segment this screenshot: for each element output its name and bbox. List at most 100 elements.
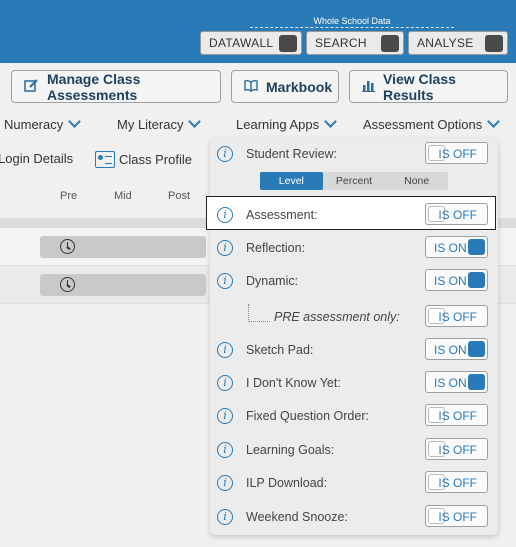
option-reflection: i Reflection: IS ON [210, 235, 498, 261]
info-icon[interactable]: i [217, 342, 233, 358]
fixed-question-order-toggle[interactable]: IS OFF [425, 404, 488, 426]
nav-learning-apps[interactable]: Learning Apps [236, 115, 337, 132]
option-weekend-snooze: i Weekend Snooze: IS OFF [210, 504, 498, 530]
reflection-state: IS ON [434, 241, 467, 255]
info-icon[interactable]: i [217, 375, 233, 391]
reflection-toggle[interactable]: IS ON [425, 236, 488, 258]
top-header: Whole School Data DATAWALL SEARCH ANALYS… [0, 0, 516, 63]
whole-school-data-divider [250, 27, 454, 28]
learning-goals-toggle[interactable]: IS OFF [425, 438, 488, 460]
nav-assessment-options[interactable]: Assessment Options [363, 115, 501, 132]
analyse-button[interactable]: ANALYSE [408, 31, 508, 55]
info-icon[interactable]: i [217, 442, 233, 458]
column-header-mid: Mid [114, 190, 132, 202]
assessment-options-panel: i Student Review: IS OFF Level Percent N… [206, 138, 498, 535]
dynamic-toggle[interactable]: IS ON [425, 269, 488, 291]
nav-numeracy-label: Numeracy [4, 117, 64, 132]
fixed-question-order-state: IS OFF [438, 409, 477, 423]
toggle-knob [468, 341, 485, 357]
option-assessment: i Assessment: IS OFF [206, 196, 498, 230]
dont-know-yet-state: IS ON [434, 376, 467, 390]
datawall-label: DATAWALL [209, 36, 274, 50]
weekend-snooze-state: IS OFF [438, 510, 477, 524]
sketch-pad-toggle[interactable]: IS ON [425, 338, 488, 360]
pre-assessment-only-label: PRE assessment only: [274, 310, 400, 324]
sketch-pad-label: Sketch Pad: [246, 343, 314, 357]
review-display-segmented-control: Level Percent None [260, 172, 448, 190]
edit-icon [24, 78, 39, 96]
login-details-link[interactable]: Login Details [0, 151, 73, 166]
datawall-square-icon [279, 35, 297, 52]
fixed-question-order-label: Fixed Question Order: [246, 409, 369, 423]
option-dynamic: i Dynamic: IS ON [210, 268, 498, 294]
nav-learning-apps-label: Learning Apps [236, 117, 320, 132]
option-ilp-download: i ILP Download: IS OFF [210, 470, 498, 496]
class-profile-link[interactable]: Class Profile [95, 151, 192, 168]
search-label: SEARCH [315, 36, 367, 50]
info-icon[interactable]: i [217, 240, 233, 256]
info-icon[interactable]: i [217, 207, 233, 223]
pre-assessment-only-state: IS OFF [438, 310, 477, 324]
nav-assessment-options-label: Assessment Options [363, 117, 483, 132]
clock-icon [60, 277, 75, 292]
info-icon[interactable]: i [217, 146, 233, 162]
login-details-label: Login Details [0, 151, 74, 166]
clock-icon [60, 239, 75, 254]
profile-card-icon [95, 151, 115, 168]
sketch-pad-state: IS ON [434, 343, 467, 357]
segment-percent[interactable]: Percent [323, 172, 386, 190]
pre-assessment-only-toggle[interactable]: IS OFF [425, 305, 488, 327]
chevron-down-icon [324, 115, 337, 128]
info-icon[interactable]: i [217, 475, 233, 491]
dynamic-label: Dynamic: [246, 274, 299, 288]
dont-know-yet-toggle[interactable]: IS ON [425, 371, 488, 393]
datawall-button[interactable]: DATAWALL [200, 31, 302, 55]
option-dont-know-yet: i I Don't Know Yet: IS ON [210, 370, 498, 396]
ilp-download-toggle[interactable]: IS OFF [425, 471, 488, 493]
learning-goals-label: Learning Goals: [246, 443, 335, 457]
weekend-snooze-toggle[interactable]: IS OFF [425, 505, 488, 527]
info-icon[interactable]: i [217, 408, 233, 424]
nav-my-literacy[interactable]: My Literacy [117, 115, 202, 132]
option-sketch-pad: i Sketch Pad: IS ON [210, 337, 498, 363]
view-class-results-label: View Class Results [383, 70, 456, 103]
search-square-icon [381, 35, 399, 52]
chevron-down-icon [68, 115, 82, 128]
option-fixed-question-order: i Fixed Question Order: IS OFF [210, 403, 498, 429]
student-review-label: Student Review: [246, 147, 338, 161]
chevron-down-icon [188, 115, 202, 128]
info-icon[interactable]: i [217, 509, 233, 525]
ilp-download-label: ILP Download: [246, 476, 328, 490]
learning-goals-state: IS OFF [438, 443, 477, 457]
view-class-results-button[interactable]: View Class Results [349, 70, 508, 103]
toggle-knob [468, 239, 485, 255]
markbook-button[interactable]: Markbook [231, 70, 339, 103]
dynamic-state: IS ON [434, 274, 467, 288]
dont-know-yet-label: I Don't Know Yet: [246, 376, 341, 390]
markbook-label: Markbook [266, 78, 333, 95]
info-icon[interactable]: i [217, 273, 233, 289]
bar-chart-icon [362, 79, 375, 95]
manage-class-assessments-button[interactable]: Manage Class Assessments [11, 70, 221, 103]
analyse-label: ANALYSE [417, 36, 474, 50]
option-learning-goals: i Learning Goals: IS OFF [210, 437, 498, 463]
segment-level[interactable]: Level [260, 172, 323, 190]
manage-class-assessments-label: Manage Class Assessments [47, 70, 141, 103]
assessment-label: Assessment: [246, 208, 318, 222]
option-student-review: i Student Review: IS OFF [210, 141, 498, 167]
reflection-label: Reflection: [246, 241, 306, 255]
column-header-post: Post [168, 190, 191, 202]
whole-school-data-label: Whole School Data [313, 16, 391, 26]
toggle-knob [468, 272, 485, 288]
book-icon [244, 79, 258, 95]
nav-numeracy[interactable]: Numeracy [4, 115, 82, 132]
ilp-download-state: IS OFF [438, 476, 477, 490]
student-review-toggle[interactable]: IS OFF [425, 142, 488, 164]
segment-none[interactable]: None [385, 172, 448, 190]
column-header-pre: Pre [60, 190, 78, 202]
class-profile-label: Class Profile [119, 152, 192, 167]
search-button[interactable]: SEARCH [306, 31, 404, 55]
assessment-state: IS OFF [438, 208, 477, 222]
student-review-state: IS OFF [438, 147, 477, 161]
assessment-toggle[interactable]: IS OFF [425, 203, 488, 225]
